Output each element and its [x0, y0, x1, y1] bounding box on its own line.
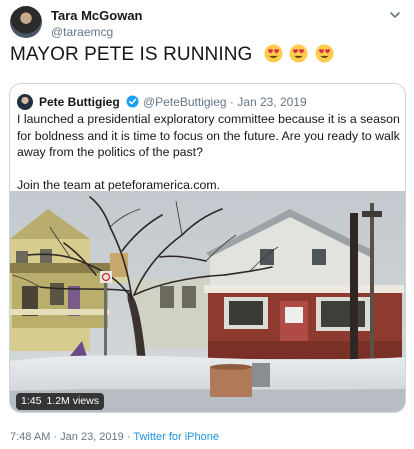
tweet-time[interactable]: 7:48 AM: [10, 431, 50, 443]
tweet-source-link[interactable]: Twitter for iPhone: [133, 431, 219, 443]
tweet-text: MAYOR PETE IS RUNNING: [10, 44, 334, 66]
video-player[interactable]: 1:45 1.2M views: [10, 191, 405, 412]
avatar[interactable]: [10, 6, 42, 38]
verified-badge-icon: [126, 95, 139, 108]
video-duration: 1:45: [21, 395, 42, 407]
tweet-text-content: MAYOR PETE IS RUNNING: [10, 44, 253, 65]
video-badge: 1:45 1.2M views: [16, 393, 104, 410]
heart-eyes-emoji-icon: [264, 44, 283, 63]
heart-eyes-emoji-icon: [315, 44, 334, 63]
quoted-date[interactable]: Jan 23, 2019: [237, 95, 306, 109]
video-frame: [10, 191, 405, 412]
quoted-avatar[interactable]: [17, 94, 33, 110]
author-name[interactable]: Tara McGowan: [51, 8, 143, 23]
tweet-date[interactable]: Jan 23, 2019: [60, 431, 124, 443]
quoted-meta: @PeteButtigieg · Jan 23, 2019: [143, 95, 307, 109]
quoted-body-paragraph: I launched a presidential exploratory co…: [17, 112, 400, 159]
heart-eyes-emoji-icon: [289, 44, 308, 63]
tweet-header: Tara McGowan @taraemcg: [10, 6, 404, 46]
quoted-author-name[interactable]: Pete Buttigieg: [39, 95, 120, 109]
quoted-tweet[interactable]: Pete Buttigieg @PeteButtigieg · Jan 23, …: [9, 83, 406, 413]
tweet-footer: 7:48 AM · Jan 23, 2019 · Twitter for iPh…: [10, 431, 219, 443]
meta-separator: ·: [229, 95, 234, 109]
quoted-tweet-body: I launched a presidential exploratory co…: [17, 111, 403, 193]
chevron-down-icon[interactable]: [388, 8, 402, 22]
footer-separator: ·: [53, 431, 58, 443]
quoted-author-handle[interactable]: @PeteButtigieg: [143, 95, 227, 109]
author-handle[interactable]: @taraemcg: [51, 25, 113, 39]
footer-separator: ·: [126, 431, 131, 443]
video-views: 1.2M views: [46, 395, 99, 407]
